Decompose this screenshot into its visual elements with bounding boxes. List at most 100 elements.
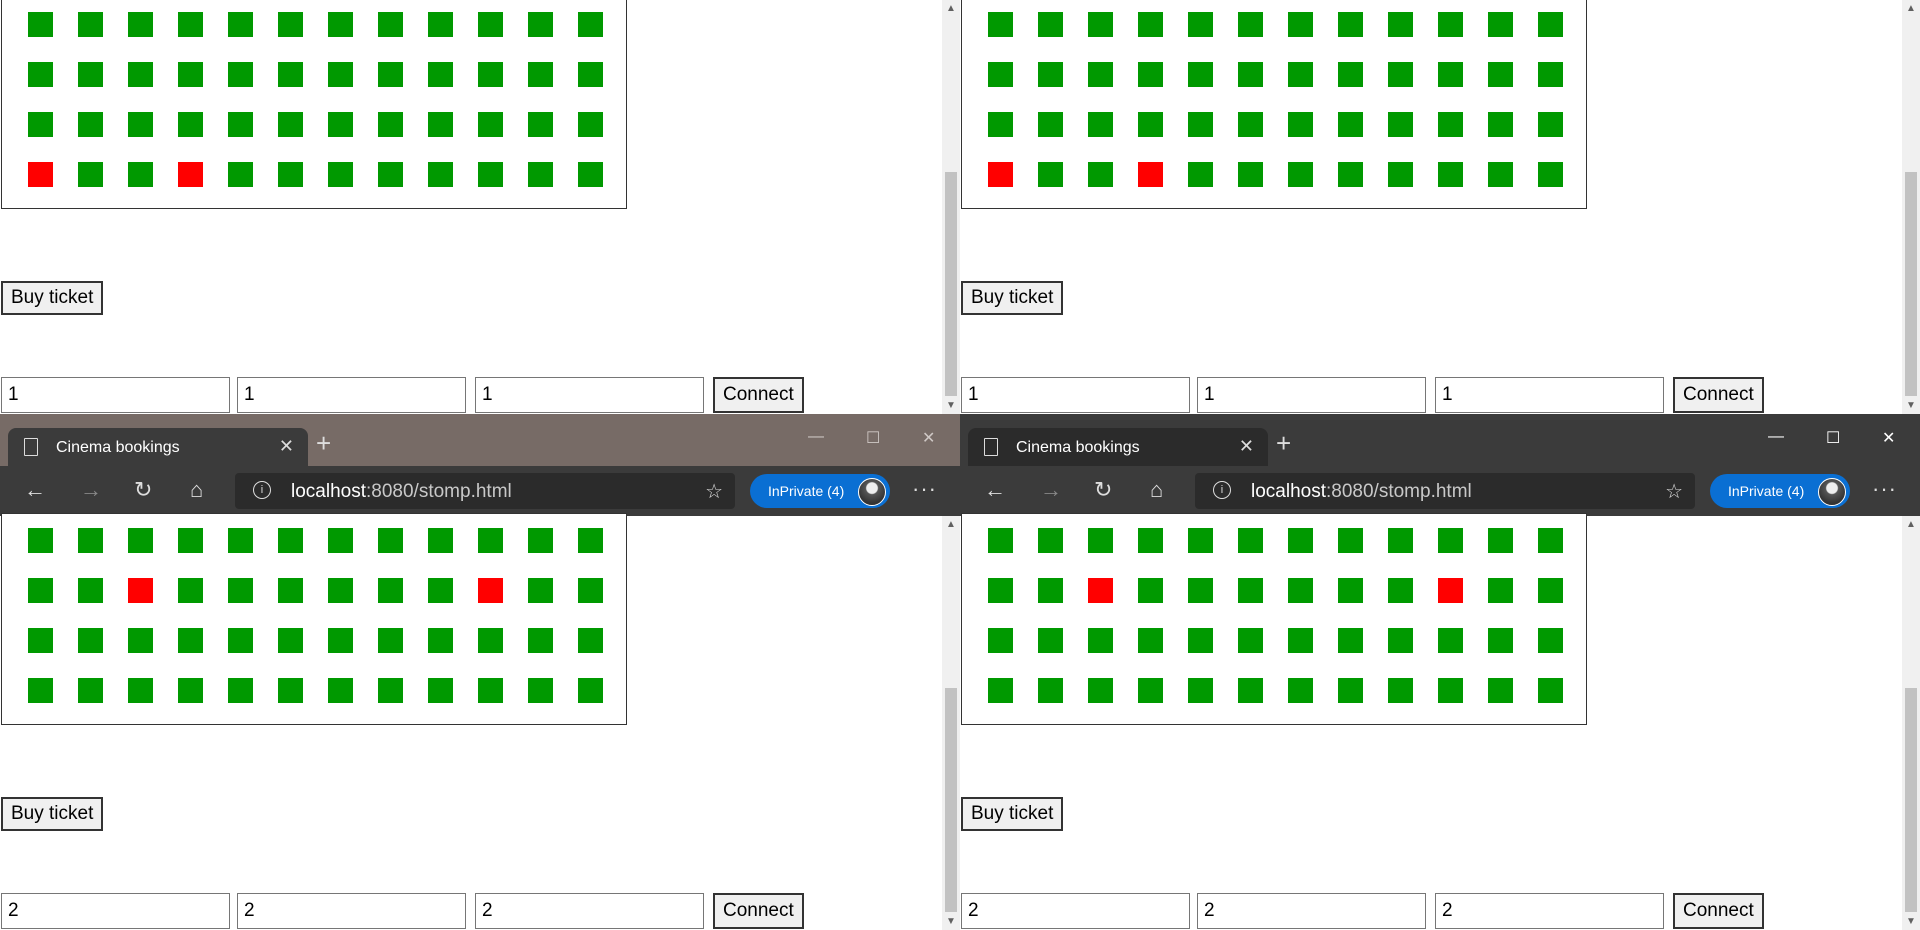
seat-available[interactable] — [1288, 62, 1313, 87]
seat-available[interactable] — [328, 678, 353, 703]
forward-icon[interactable]: → — [80, 478, 102, 502]
seat-available[interactable] — [278, 62, 303, 87]
seat-available[interactable] — [378, 628, 403, 653]
seat-available[interactable] — [1388, 528, 1413, 553]
seat-available[interactable] — [1338, 62, 1363, 87]
info-icon[interactable]: i — [253, 481, 271, 499]
seat-available[interactable] — [28, 112, 53, 137]
seat-available[interactable] — [428, 678, 453, 703]
seat-available[interactable] — [1138, 678, 1163, 703]
window-close-icon[interactable]: ✕ — [1882, 428, 1895, 448]
seat-available[interactable] — [78, 12, 103, 37]
maximize-icon[interactable]: ☐ — [866, 428, 880, 448]
seat-available[interactable] — [178, 62, 203, 87]
buy-ticket-button[interactable]: Buy ticket — [1, 797, 104, 831]
minimize-icon[interactable]: — — [808, 428, 824, 446]
new-tab-icon[interactable]: + — [1276, 430, 1291, 456]
scroll-down-icon[interactable]: ▼ — [1906, 916, 1916, 927]
seat-available[interactable] — [28, 578, 53, 603]
seat-available[interactable] — [528, 62, 553, 87]
seat-available[interactable] — [1138, 528, 1163, 553]
close-icon[interactable]: ✕ — [279, 436, 294, 457]
seat-available[interactable] — [1438, 62, 1463, 87]
seat-available[interactable] — [1138, 578, 1163, 603]
seat-available[interactable] — [378, 528, 403, 553]
seat-available[interactable] — [528, 528, 553, 553]
seat-available[interactable] — [278, 628, 303, 653]
seat-available[interactable] — [128, 528, 153, 553]
seat-available[interactable] — [1338, 162, 1363, 187]
seat-available[interactable] — [1438, 678, 1463, 703]
seat-available[interactable] — [178, 628, 203, 653]
inprivate-button[interactable]: InPrivate (4) — [1710, 474, 1850, 508]
scroll-thumb[interactable] — [1905, 688, 1917, 912]
seat-taken[interactable] — [1138, 162, 1163, 187]
seat-available[interactable] — [988, 628, 1013, 653]
seat-available[interactable] — [1538, 528, 1563, 553]
scrollbar[interactable]: ▲ ▼ — [1902, 0, 1920, 414]
seat-available[interactable] — [1188, 12, 1213, 37]
seat-available[interactable] — [178, 528, 203, 553]
tab-cinema-bookings[interactable]: Cinema bookings ✕ — [968, 428, 1268, 466]
seat-available[interactable] — [988, 62, 1013, 87]
url-field[interactable]: i localhost:8080/stomp.html ☆ — [1195, 473, 1695, 509]
seat-available[interactable] — [78, 62, 103, 87]
minimize-icon[interactable]: — — [1768, 428, 1784, 446]
url-field[interactable]: i localhost:8080/stomp.html ☆ — [235, 473, 735, 509]
seat-available[interactable] — [1488, 62, 1513, 87]
seat-available[interactable] — [1488, 678, 1513, 703]
seat-available[interactable] — [1038, 628, 1063, 653]
seat-available[interactable] — [1188, 628, 1213, 653]
seat-available[interactable] — [1188, 162, 1213, 187]
seat-available[interactable] — [378, 112, 403, 137]
seat-available[interactable] — [28, 678, 53, 703]
seat-available[interactable] — [1038, 578, 1063, 603]
seat-available[interactable] — [578, 62, 603, 87]
scroll-down-icon[interactable]: ▼ — [946, 916, 956, 927]
scroll-up-icon[interactable]: ▲ — [946, 519, 956, 530]
seat-available[interactable] — [1288, 162, 1313, 187]
seat-available[interactable] — [1488, 112, 1513, 137]
seat-available[interactable] — [278, 162, 303, 187]
seat-available[interactable] — [478, 12, 503, 37]
inprivate-button[interactable]: InPrivate (4) — [750, 474, 890, 508]
buy-ticket-button[interactable]: Buy ticket — [961, 797, 1064, 831]
seat-taken[interactable] — [178, 162, 203, 187]
seat-available[interactable] — [228, 578, 253, 603]
seat-available[interactable] — [1538, 578, 1563, 603]
seat-taken[interactable] — [28, 162, 53, 187]
seat-available[interactable] — [1038, 528, 1063, 553]
seat-available[interactable] — [128, 162, 153, 187]
seat-available[interactable] — [1338, 112, 1363, 137]
seat-available[interactable] — [1388, 112, 1413, 137]
seat-available[interactable] — [1088, 112, 1113, 137]
scroll-up-icon[interactable]: ▲ — [1906, 519, 1916, 530]
seat-available[interactable] — [1088, 12, 1113, 37]
seat-available[interactable] — [1138, 112, 1163, 137]
seat-available[interactable] — [78, 578, 103, 603]
seat-available[interactable] — [1288, 678, 1313, 703]
seat-available[interactable] — [578, 678, 603, 703]
seat-available[interactable] — [278, 112, 303, 137]
scroll-down-icon[interactable]: ▼ — [946, 400, 956, 411]
seat-available[interactable] — [1238, 528, 1263, 553]
seat-available[interactable] — [478, 62, 503, 87]
seat-available[interactable] — [528, 162, 553, 187]
favorite-star-icon[interactable]: ☆ — [705, 479, 723, 504]
seat-available[interactable] — [1488, 12, 1513, 37]
seat-available[interactable] — [428, 12, 453, 37]
connect-button[interactable]: Connect — [713, 377, 804, 413]
seat-available[interactable] — [578, 162, 603, 187]
seat-available[interactable] — [1288, 528, 1313, 553]
scroll-thumb[interactable] — [1905, 172, 1917, 396]
seat-available[interactable] — [578, 12, 603, 37]
scroll-up-icon[interactable]: ▲ — [1906, 3, 1916, 14]
seat-available[interactable] — [178, 12, 203, 37]
seat-available[interactable] — [328, 112, 353, 137]
seat-available[interactable] — [478, 678, 503, 703]
seat-available[interactable] — [988, 678, 1013, 703]
client-field[interactable] — [1435, 377, 1664, 413]
seat-available[interactable] — [1388, 12, 1413, 37]
more-icon[interactable]: ··· — [912, 476, 937, 502]
seat-available[interactable] — [128, 628, 153, 653]
